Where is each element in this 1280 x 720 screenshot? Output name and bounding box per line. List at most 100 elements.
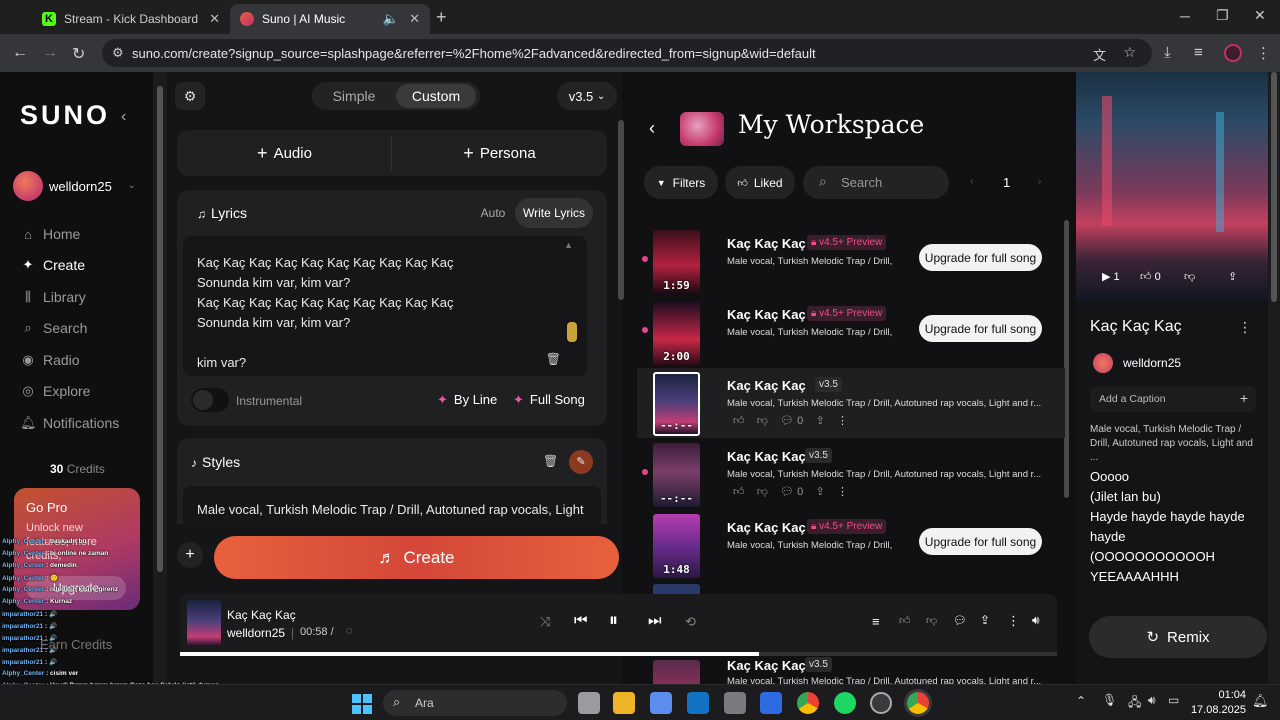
by-line-button[interactable]: ✦ By Line [437, 392, 497, 408]
queue-icon[interactable]: ≡ [872, 614, 880, 629]
create-button[interactable]: ♬ Create [214, 536, 619, 579]
clock-date[interactable]: 17.08.2025 [1186, 704, 1246, 716]
song-cover-art[interactable] [1076, 72, 1268, 302]
upgrade-full-song-button[interactable]: Upgrade for full song [919, 315, 1042, 342]
play-icon[interactable]: ▶ [1102, 271, 1110, 283]
repeat-icon[interactable]: ⟲ [685, 614, 696, 630]
bookmark-star-icon[interactable]: ☆ [1123, 44, 1136, 61]
player-thumbnail[interactable] [187, 600, 221, 646]
trash-icon[interactable]: 🗑︎ [546, 352, 561, 366]
sidebar-item-explore[interactable]: ◎ Explore [20, 383, 90, 399]
prev-page-icon[interactable]: ‹ [970, 176, 973, 187]
trash-icon[interactable]: 🗑︎ [543, 454, 558, 468]
remix-button[interactable]: ↻ Remix [1089, 616, 1267, 658]
more-dots-icon[interactable]: ⋮ [1238, 319, 1252, 336]
previous-icon[interactable]: ⏮︎ [574, 612, 588, 629]
sidebar-item-home[interactable]: ⌂ Home [20, 226, 80, 242]
more-dots-icon[interactable]: ⋮ [1007, 613, 1020, 629]
new-tab-icon[interactable]: + [436, 7, 447, 28]
thumbs-up-icon[interactable]: 👍︎ [1140, 271, 1152, 283]
comment-icon[interactable]: 💬︎ [953, 614, 967, 627]
song-title[interactable]: Kaç Kaç Kaç [727, 236, 806, 251]
chrome-active-icon[interactable] [907, 692, 929, 714]
add-plus-icon[interactable]: + [177, 542, 203, 568]
network-icon[interactable]: 🖧︎ [1128, 693, 1141, 714]
speaker-icon[interactable]: 🔈 [383, 11, 399, 27]
add-audio-button[interactable]: + Audio [177, 130, 392, 176]
chevron-down-icon[interactable]: ⌄ [128, 180, 136, 191]
upgrade-full-song-button[interactable]: Upgrade for full song [919, 244, 1042, 271]
list-item[interactable]: Kaç Kaç Kaç v3.5 Male vocal, Turkish Mel… [643, 656, 1061, 684]
maximize-icon[interactable]: ❐ [1216, 7, 1229, 24]
add-persona-button[interactable]: + Persona [392, 130, 607, 176]
list-item[interactable]: 2:00 Kaç Kaç Kaç 🔒︎ v4.5+ Preview Male v… [642, 297, 1061, 367]
scrollbar-thumb[interactable] [1271, 72, 1277, 302]
reload-icon[interactable]: ↻ [72, 44, 85, 64]
song-title[interactable]: Kaç Kaç Kaç [727, 307, 806, 322]
thumbs-up-icon[interactable]: 👍︎ [733, 415, 745, 427]
thumbs-down-icon[interactable]: 👎︎ [757, 486, 768, 498]
write-lyrics-button[interactable]: Write Lyrics [515, 198, 593, 228]
filters-button[interactable]: ▼ Filters [644, 166, 718, 199]
clock-time[interactable]: 01:04 [1196, 689, 1246, 701]
song-thumbnail[interactable]: --:-- [653, 372, 700, 436]
minimize-icon[interactable]: ─ [1180, 8, 1190, 24]
url-field[interactable]: ⚙ suno.com/create?signup_source=splashpa… [102, 39, 1152, 67]
app-icon[interactable] [760, 692, 782, 714]
upgrade-full-song-button[interactable]: Upgrade for full song [919, 528, 1042, 555]
back-chevron-icon[interactable]: ‹ [649, 118, 655, 139]
speaker-icon[interactable]: 🔊︎ [1148, 693, 1156, 708]
earn-credits-link[interactable]: Earn Credits [40, 637, 112, 652]
avatar[interactable] [1093, 353, 1113, 373]
list-item[interactable]: 1:48 Kaç Kaç Kaç 🔒︎ v4.5+ Preview Male v… [643, 510, 1061, 580]
close-window-icon[interactable]: ✕ [1254, 7, 1266, 24]
song-thumbnail[interactable]: --:-- [653, 443, 700, 507]
share-icon[interactable]: ⇪ [816, 415, 825, 427]
liked-button[interactable]: 👍︎ Liked [725, 166, 795, 199]
add-caption-button[interactable]: Add a Caption + [1090, 386, 1256, 412]
windows-start-icon[interactable] [352, 694, 372, 714]
collapse-sidebar-icon[interactable]: ‹ [121, 108, 126, 126]
taskbar-search[interactable]: ⌕ Ara [383, 690, 567, 716]
song-thumbnail[interactable]: 2:00 [653, 301, 700, 365]
settings-gear-icon[interactable]: ⚙ [175, 82, 205, 110]
list-item[interactable]: 1:59 Kaç Kaç Kaç 🔒︎ v4.5+ Preview Male v… [642, 226, 1061, 296]
thumbs-down-icon[interactable]: 👎︎ [926, 614, 937, 627]
username[interactable]: welldorn25 [1123, 356, 1181, 370]
song-title[interactable]: Kaç Kaç Kaç [727, 378, 806, 393]
close-tab-icon[interactable]: ✕ [409, 11, 420, 27]
lyrics-textarea[interactable]: Kaç Kaç Kaç Kaç Kaç Kaç Kaç Kaç Kaç Kaç … [183, 236, 587, 376]
sidebar-item-radio[interactable]: ◉ Radio [20, 352, 79, 368]
upgrade-button[interactable]: Upgrade [26, 576, 126, 600]
forward-icon[interactable]: → [42, 44, 58, 62]
search-input[interactable]: ⌕ Search [803, 166, 949, 199]
song-thumbnail[interactable] [653, 660, 700, 684]
sidebar-item-library[interactable]: ⫼ Library [20, 289, 86, 305]
username[interactable]: welldorn25 [49, 179, 112, 194]
version-select[interactable]: v3.5 ⌄ [557, 82, 617, 110]
auto-lyrics-button[interactable]: Auto [475, 200, 511, 226]
store-icon[interactable] [650, 692, 672, 714]
list-item[interactable]: --:-- Kaç Kaç Kaç v3.5 Male vocal, Turki… [637, 368, 1065, 438]
next-page-icon[interactable]: › [1038, 176, 1041, 187]
next-icon[interactable]: ⏭︎ [648, 612, 662, 629]
battery-icon[interactable]: ▭ [1168, 693, 1179, 707]
share-icon[interactable]: ⇪ [980, 613, 990, 627]
sidebar-item-notifications[interactable]: 🔔︎ Notifications [20, 415, 119, 431]
obs-icon[interactable] [870, 692, 892, 714]
suno-logo[interactable]: SUNO [20, 100, 110, 131]
site-info-icon[interactable]: ⚙ [112, 45, 124, 61]
media-control-icon[interactable]: ≡ [1194, 44, 1203, 61]
magic-wand-icon[interactable]: ✎ [569, 450, 593, 474]
song-title[interactable]: Kaç Kaç Kaç [727, 449, 806, 464]
pause-icon[interactable]: ⏸︎ [609, 610, 618, 631]
song-thumbnail[interactable]: 1:59 [653, 230, 700, 294]
player-title[interactable]: Kaç Kaç Kaç [227, 608, 296, 622]
close-tab-icon[interactable]: ✕ [209, 11, 220, 27]
progress-track[interactable] [180, 652, 1057, 656]
scroll-up-icon[interactable]: ▲ [564, 240, 573, 250]
sidebar-scrollbar[interactable] [153, 72, 167, 684]
scrollbar-thumb[interactable] [157, 86, 163, 572]
resize-handle-icon[interactable] [567, 322, 577, 342]
song-title[interactable]: Kaç Kaç Kaç [727, 658, 806, 673]
